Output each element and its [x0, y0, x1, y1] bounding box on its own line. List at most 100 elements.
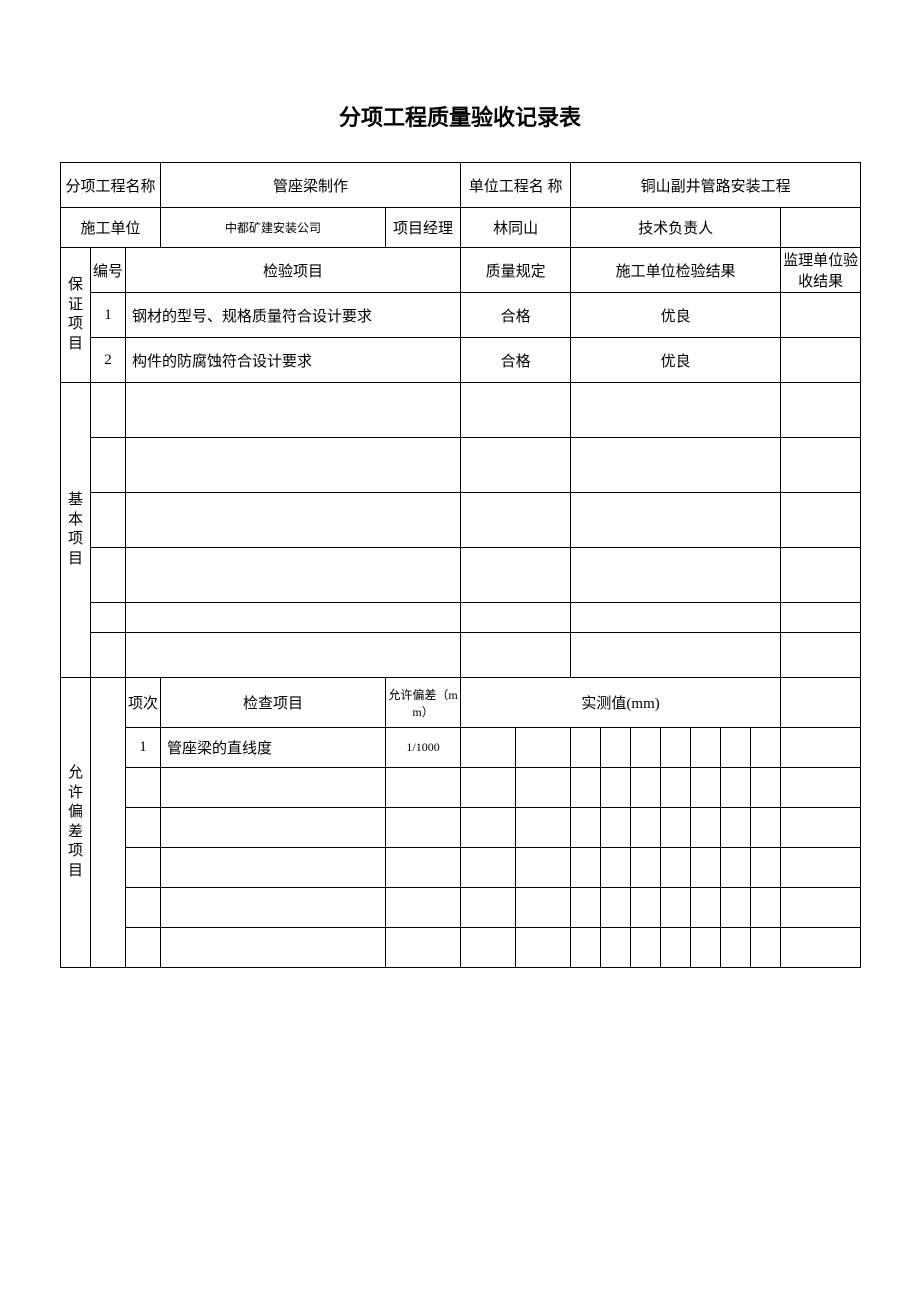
dev-measured-label: 实测值(mm)	[461, 678, 781, 728]
dev-val	[661, 768, 691, 808]
basic-no	[91, 603, 126, 633]
basic-sup	[781, 548, 861, 603]
dev-no	[126, 888, 161, 928]
section-basic: 基本项目	[61, 383, 91, 678]
construction-name: 中都矿建安装公司	[161, 208, 386, 248]
dev-val	[631, 808, 661, 848]
basic-no	[91, 493, 126, 548]
dev-no	[126, 768, 161, 808]
dev-val	[631, 888, 661, 928]
basic-item	[126, 383, 461, 438]
basic-no	[91, 548, 126, 603]
dev-val	[461, 848, 516, 888]
guarantee-req: 合格	[461, 338, 571, 383]
dev-val	[516, 928, 571, 968]
basic-no	[91, 438, 126, 493]
guarantee-sup	[781, 338, 861, 383]
dev-val	[571, 848, 601, 888]
dev-val	[661, 888, 691, 928]
dev-val	[516, 808, 571, 848]
dev-val	[571, 768, 601, 808]
dev-val	[516, 728, 571, 768]
dev-val	[461, 728, 516, 768]
dev-allow	[386, 808, 461, 848]
dev-val	[461, 808, 516, 848]
dev-val	[661, 848, 691, 888]
dev-val	[721, 728, 751, 768]
guarantee-item: 构件的防腐蚀符合设计要求	[126, 338, 461, 383]
dev-val	[751, 768, 781, 808]
col-check-item: 检验项目	[126, 248, 461, 293]
basic-item	[126, 493, 461, 548]
dev-val	[631, 848, 661, 888]
dev-val	[461, 928, 516, 968]
dev-val	[601, 808, 631, 848]
basic-req	[461, 438, 571, 493]
dev-val	[721, 888, 751, 928]
basic-item	[126, 438, 461, 493]
dev-sup	[781, 888, 861, 928]
basic-result	[571, 603, 781, 633]
basic-req	[461, 633, 571, 678]
subproject-name: 管座梁制作	[161, 163, 461, 208]
basic-req	[461, 383, 571, 438]
guarantee-no: 1	[91, 293, 126, 338]
dev-allow	[386, 848, 461, 888]
dev-val	[691, 768, 721, 808]
dev-val	[571, 888, 601, 928]
basic-result	[571, 548, 781, 603]
guarantee-no: 2	[91, 338, 126, 383]
dev-allow: 1/1000	[386, 728, 461, 768]
dev-item	[161, 768, 386, 808]
dev-val	[661, 808, 691, 848]
dev-val	[631, 768, 661, 808]
dev-val	[601, 768, 631, 808]
tech-name	[781, 208, 861, 248]
dev-val	[751, 848, 781, 888]
dev-val	[516, 768, 571, 808]
dev-check-label: 检查项目	[161, 678, 386, 728]
basic-sup	[781, 493, 861, 548]
basic-sup	[781, 603, 861, 633]
dev-no	[126, 808, 161, 848]
tech-label: 技术负责人	[571, 208, 781, 248]
dev-sup	[781, 678, 861, 728]
pm-label: 项目经理	[386, 208, 461, 248]
dev-val	[571, 728, 601, 768]
dev-val	[721, 848, 751, 888]
dev-val	[691, 848, 721, 888]
basic-sup	[781, 438, 861, 493]
guarantee-req: 合格	[461, 293, 571, 338]
dev-val	[601, 728, 631, 768]
unitproject-name: 铜山副井管路安装工程	[571, 163, 861, 208]
dev-item	[161, 808, 386, 848]
section-guarantee: 保证项目	[61, 248, 91, 383]
col-quality-req: 质量规定	[461, 248, 571, 293]
basic-item	[126, 633, 461, 678]
construction-label: 施工单位	[61, 208, 161, 248]
dev-allow-label: 允许偏差（mm）	[386, 678, 461, 728]
dev-val	[751, 728, 781, 768]
dev-val	[721, 768, 751, 808]
basic-result	[571, 383, 781, 438]
dev-val	[691, 888, 721, 928]
dev-val	[601, 848, 631, 888]
dev-no: 1	[126, 728, 161, 768]
col-no: 编号	[91, 248, 126, 293]
basic-req	[461, 603, 571, 633]
dev-val	[721, 808, 751, 848]
dev-val	[751, 928, 781, 968]
dev-val	[601, 888, 631, 928]
guarantee-sup	[781, 293, 861, 338]
dev-val	[661, 928, 691, 968]
dev-seq-label: 项次	[126, 678, 161, 728]
basic-item	[126, 603, 461, 633]
basic-no	[91, 633, 126, 678]
dev-val	[751, 808, 781, 848]
pm-name: 林同山	[461, 208, 571, 248]
subproject-label: 分项工程名称	[61, 163, 161, 208]
dev-allow	[386, 768, 461, 808]
dev-item: 管座梁的直线度	[161, 728, 386, 768]
col-construct-result: 施工单位检验结果	[571, 248, 781, 293]
dev-spacer	[91, 678, 126, 968]
